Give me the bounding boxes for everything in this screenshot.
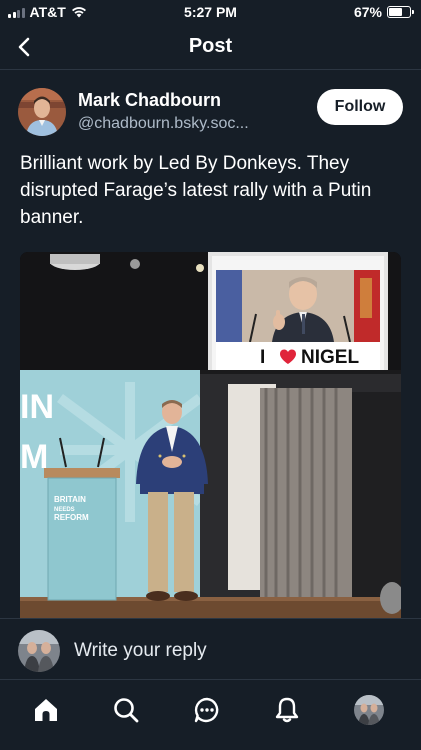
profile-avatar-icon xyxy=(354,695,384,725)
rally-photo: I NIGEL IN M BRITAIN NEEDS REFORM xyxy=(20,252,401,618)
bell-icon xyxy=(275,697,299,723)
back-button[interactable] xyxy=(12,34,38,60)
post-image[interactable]: I NIGEL IN M BRITAIN NEEDS REFORM xyxy=(20,252,401,618)
post-header: Post xyxy=(0,24,421,70)
reply-input[interactable]: Write your reply xyxy=(74,640,207,662)
reply-composer[interactable]: Write your reply xyxy=(0,618,421,680)
post-text: Brilliant work by Led By Donkeys. They d… xyxy=(20,153,372,228)
tab-profile[interactable] xyxy=(354,695,384,725)
tab-home[interactable] xyxy=(30,694,62,726)
author-avatar[interactable] xyxy=(18,88,66,136)
lectern-line-1: BRITAIN xyxy=(54,495,86,504)
banner-text-i: I xyxy=(260,347,265,368)
backdrop-letters-top: IN xyxy=(20,388,54,426)
chevron-left-icon xyxy=(18,37,30,57)
user-photo xyxy=(18,630,60,672)
tab-search[interactable] xyxy=(110,694,142,726)
post-author: Mark Chadbourn @chadbourn.bsky.soc... Fo… xyxy=(0,88,421,144)
battery-percent: 67% xyxy=(353,4,382,20)
follow-button[interactable]: Follow xyxy=(317,89,403,125)
page-title: Post xyxy=(188,35,233,57)
lectern-line-3: REFORM xyxy=(54,513,89,522)
author-photo xyxy=(18,88,66,136)
author-name[interactable]: Mark Chadbourn xyxy=(78,90,221,111)
tab-chat[interactable] xyxy=(191,694,223,726)
home-icon xyxy=(35,699,57,721)
battery-group: 67% xyxy=(353,4,414,20)
banner-text-nigel: NIGEL xyxy=(301,347,359,368)
status-bar: AT&T 5:27 PM 67% xyxy=(0,0,421,24)
user-avatar xyxy=(18,630,60,672)
tab-notifications[interactable] xyxy=(271,694,303,726)
chat-icon xyxy=(194,697,219,723)
author-handle[interactable]: @chadbourn.bsky.soc... xyxy=(78,115,249,133)
battery-icon xyxy=(387,6,414,18)
battery-fill xyxy=(389,8,403,16)
search-icon xyxy=(114,698,139,723)
bottom-tab-bar xyxy=(0,680,421,750)
